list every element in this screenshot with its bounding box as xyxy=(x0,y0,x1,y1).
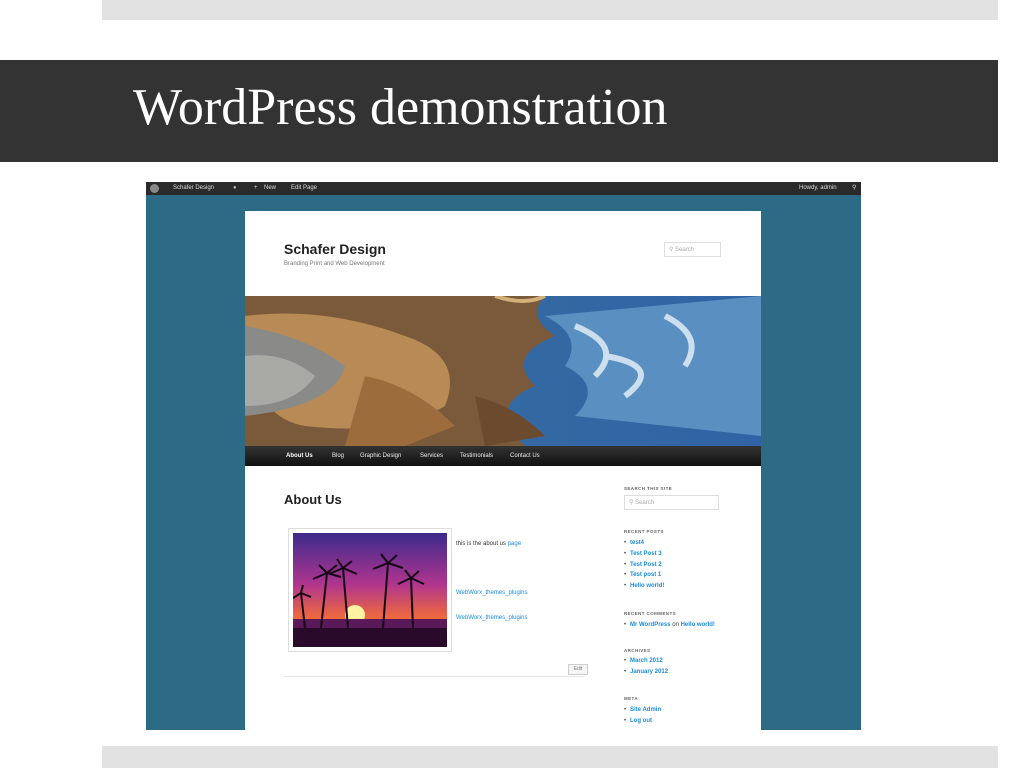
divider xyxy=(284,676,584,677)
search-icon[interactable]: ⚲ xyxy=(852,182,856,195)
archives-list: March 2012 January 2012 xyxy=(624,656,668,678)
admin-bar-howdy[interactable]: Howdy, admin xyxy=(799,182,837,195)
recent-comments-list: Mr WordPress on Hello world! xyxy=(624,620,715,631)
about-text: this is the about us page xyxy=(456,541,521,547)
wp-admin-bar: Schafer Design ● + New Edit Page Howdy, … xyxy=(146,182,861,195)
comment-author-link[interactable]: Mr WordPress xyxy=(630,622,671,628)
site-title[interactable]: Schafer Design xyxy=(284,241,386,257)
recent-comment-item: Mr WordPress on Hello world! xyxy=(624,620,715,631)
webworx-link-1[interactable]: WebWorx_themes_plugins xyxy=(456,590,527,596)
about-text-prefix: this is the about us xyxy=(456,541,508,547)
about-page-link[interactable]: page xyxy=(508,541,521,547)
site-description: Branding Print and Web Development xyxy=(284,261,385,267)
header-search-input[interactable]: ⚲ Search xyxy=(664,242,721,257)
recent-posts-heading: RECENT POSTS xyxy=(624,529,664,534)
header-image-coast xyxy=(245,296,761,446)
archives-heading: ARCHIVES xyxy=(624,648,651,653)
archive-item[interactable]: January 2012 xyxy=(624,667,668,678)
recent-comments-heading: RECENT COMMENTS xyxy=(624,611,676,616)
recent-post-item[interactable]: Test post 1 xyxy=(624,570,664,581)
meta-item-log-out[interactable]: Log out xyxy=(624,716,661,727)
comment-on-text: on xyxy=(670,622,681,628)
recent-posts-list: test4 Test Post 3 Test Post 2 Test post … xyxy=(624,538,664,592)
wp-page: Schafer Design Branding Print and Web De… xyxy=(245,211,761,730)
plus-icon[interactable]: + xyxy=(254,182,258,195)
header-search-placeholder: Search xyxy=(675,247,695,253)
recent-post-item[interactable]: Test Post 3 xyxy=(624,549,664,560)
image-frame xyxy=(288,528,452,652)
comment-post-link[interactable]: Hello world! xyxy=(681,622,715,628)
sidebar-search-heading: SEARCH THIS SITE xyxy=(624,486,673,491)
meta-list: Site Admin Log out xyxy=(624,705,661,727)
wordpress-logo-icon[interactable] xyxy=(150,184,159,193)
primary-nav: About Us Blog Graphic Design Services Te… xyxy=(245,446,761,466)
webworx-link-2[interactable]: WebWorx_themes_plugins xyxy=(456,615,527,621)
page-title: About Us xyxy=(284,492,342,507)
recent-post-item[interactable]: Hello world! xyxy=(624,581,664,592)
nav-item-services[interactable]: Services xyxy=(420,446,443,466)
sidebar-search-placeholder: Search xyxy=(635,500,655,506)
sidebar-search-input[interactable]: ⚲ Search xyxy=(624,495,719,510)
slide-top-bar xyxy=(102,0,998,20)
wordpress-screenshot: Schafer Design ● + New Edit Page Howdy, … xyxy=(146,182,861,730)
recent-post-item[interactable]: test4 xyxy=(624,538,664,549)
edit-button[interactable]: Edit xyxy=(568,664,588,675)
admin-bar-edit-page[interactable]: Edit Page xyxy=(291,182,317,195)
nav-item-graphic-design[interactable]: Graphic Design xyxy=(360,446,401,466)
slide-title: WordPress demonstration xyxy=(133,79,668,136)
admin-bar-new[interactable]: New xyxy=(264,182,276,195)
sunset-palm-image[interactable] xyxy=(293,533,447,647)
meta-heading: META xyxy=(624,696,639,701)
admin-bar-site-name[interactable]: Schafer Design xyxy=(173,182,214,195)
nav-item-blog[interactable]: Blog xyxy=(332,446,344,466)
nav-item-about-us[interactable]: About Us xyxy=(286,446,313,466)
nav-item-testimonials[interactable]: Testimonials xyxy=(460,446,493,466)
search-icon: ⚲ xyxy=(629,500,634,506)
slide-bottom-bar xyxy=(102,746,998,768)
nav-item-contact-us[interactable]: Contact Us xyxy=(510,446,540,466)
meta-item-site-admin[interactable]: Site Admin xyxy=(624,705,661,716)
search-icon: ⚲ xyxy=(669,247,674,253)
comment-icon[interactable]: ● xyxy=(233,182,237,195)
slide-title-band: WordPress demonstration xyxy=(0,60,998,162)
recent-post-item[interactable]: Test Post 2 xyxy=(624,560,664,571)
archive-item[interactable]: March 2012 xyxy=(624,656,668,667)
